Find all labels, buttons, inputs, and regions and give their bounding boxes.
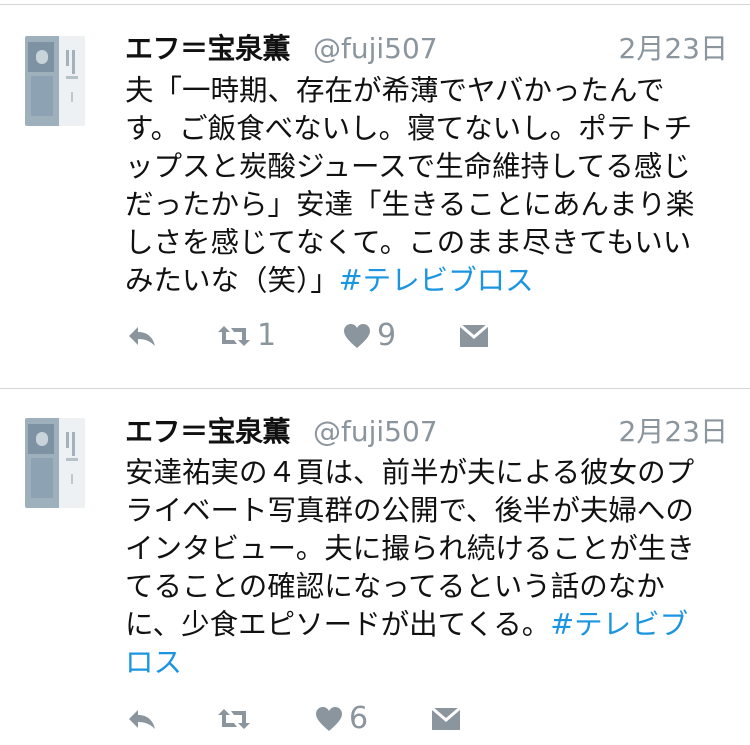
tweet-actions: 6: [125, 699, 725, 739]
display-name[interactable]: エフ＝宝泉薫: [125, 414, 291, 450]
heart-icon: [344, 324, 370, 348]
avatar[interactable]: [25, 418, 85, 508]
divider: [0, 4, 750, 5]
reply-button[interactable]: [127, 316, 157, 356]
tweet-text-line: ップスと炭酸ジュースで生命維持してる感じ: [125, 150, 691, 183]
tweet-text-line: しさを感じてなくて。このまま尽きてもいい: [125, 226, 692, 259]
tweet-header: エフ＝宝泉薫 @fuji507 2月23日: [125, 414, 728, 450]
tweet-text-line: ロス: [125, 644, 727, 682]
tweet-text-line: す。ご飯食べないし。寝てないし。ポテトチ: [125, 112, 693, 145]
tweet-text: 夫「一時期、存在が希薄でヤバかったんで す。ご飯食べないし。寝てないし。ポテトチ…: [125, 72, 727, 300]
tweet-text-fragment: に、少食エピソードが出てくる。: [125, 608, 551, 641]
retweet-button[interactable]: [217, 699, 257, 739]
avatar-image: [25, 36, 85, 126]
tweet-actions: 1 9: [125, 316, 725, 356]
tweet-text-line: ライベート写真群の公開で、後半が夫婦への: [125, 494, 694, 527]
tweet-text-fragment: みたいな（笑）」: [125, 264, 339, 297]
divider: [0, 388, 750, 389]
tweet-text-line: てることの確認になってるという話のなか: [125, 570, 665, 603]
tweet-text-line: に、少食エピソードが出てくる。#テレビブ: [125, 606, 727, 644]
like-count: 6: [349, 701, 369, 736]
user-handle[interactable]: @fuji507: [313, 31, 438, 67]
heart-icon: [316, 707, 342, 731]
reply-button[interactable]: [127, 699, 157, 739]
like-button[interactable]: 9: [343, 316, 396, 356]
tweet-text: 安達祐実の４頁は、前半が夫による彼女のプ ライベート写真群の公開で、後半が夫婦へ…: [125, 454, 727, 682]
reply-icon: [129, 327, 155, 346]
retweet-icon: [218, 326, 250, 346]
like-button[interactable]: 6: [315, 699, 368, 739]
display-name[interactable]: エフ＝宝泉薫: [125, 31, 291, 67]
direct-message-icon: [459, 324, 489, 347]
retweet-icon: [218, 709, 250, 729]
hashtag-link[interactable]: #テレビブ: [550, 608, 688, 641]
like-count: 9: [377, 318, 397, 353]
tweet-header: エフ＝宝泉薫 @fuji507 2月23日: [125, 31, 728, 67]
reply-icon: [129, 710, 155, 729]
retweet-button[interactable]: 1: [217, 316, 276, 356]
avatar[interactable]: [25, 36, 85, 126]
timestamp[interactable]: 2月23日: [619, 31, 728, 67]
user-handle[interactable]: @fuji507: [313, 414, 438, 450]
tweet-text-line: 夫「一時期、存在が希薄でヤバかったんで: [125, 74, 665, 107]
hashtag-link-continued[interactable]: ロス: [125, 646, 182, 679]
direct-message-button[interactable]: [431, 699, 461, 739]
direct-message-icon: [431, 707, 461, 730]
tweet-text-line: インタビュー。夫に撮られ続けることが生き: [125, 532, 695, 565]
timeline: エフ＝宝泉薫 @fuji507 2月23日 夫「一時期、存在が希薄でヤバかったん…: [0, 0, 750, 745]
timestamp[interactable]: 2月23日: [619, 414, 728, 450]
hashtag-link[interactable]: #テレビブロス: [339, 264, 534, 297]
retweet-count: 1: [257, 318, 277, 353]
tweet-text-line: 安達祐実の４頁は、前半が夫による彼女のプ: [125, 456, 695, 489]
tweet-text-line: だったから」安達「生きることにあんまり楽: [125, 188, 695, 221]
direct-message-button[interactable]: [459, 316, 489, 356]
tweet-text-line: みたいな（笑）」#テレビブロス: [125, 262, 727, 300]
avatar-image: [25, 418, 85, 508]
